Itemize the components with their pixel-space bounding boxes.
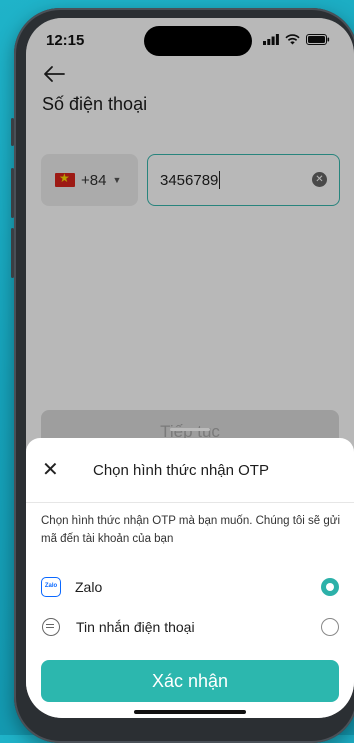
sheet-header: ✕ Chọn hình thức nhận OTP bbox=[26, 438, 354, 503]
volume-up-button bbox=[11, 168, 14, 218]
volume-down-button bbox=[11, 228, 14, 278]
sheet-title: Chọn hình thức nhận OTP bbox=[93, 462, 269, 479]
close-icon[interactable]: ✕ bbox=[42, 458, 59, 482]
silent-switch bbox=[11, 118, 14, 146]
zalo-icon: Zalo bbox=[41, 577, 61, 597]
home-indicator[interactable] bbox=[134, 710, 246, 714]
phone-screen: 12:15 Số điện thoại +84 bbox=[26, 18, 354, 718]
otp-bottom-sheet: ✕ Chọn hình thức nhận OTP Chọn hình thức… bbox=[26, 428, 354, 718]
message-icon bbox=[42, 618, 60, 636]
radio-selected[interactable] bbox=[321, 578, 339, 596]
sheet-handle[interactable] bbox=[170, 428, 210, 431]
sheet-description: Chọn hình thức nhận OTP mà bạn muốn. Chú… bbox=[41, 515, 341, 545]
option-label: Tin nhắn điện thoại bbox=[76, 619, 195, 635]
option-zalo[interactable]: Zalo Zalo bbox=[41, 572, 339, 602]
radio-unselected[interactable] bbox=[321, 618, 339, 636]
option-sms[interactable]: Tin nhắn điện thoại bbox=[41, 612, 339, 642]
confirm-button[interactable]: Xác nhận bbox=[41, 660, 339, 702]
option-label: Zalo bbox=[75, 579, 103, 595]
